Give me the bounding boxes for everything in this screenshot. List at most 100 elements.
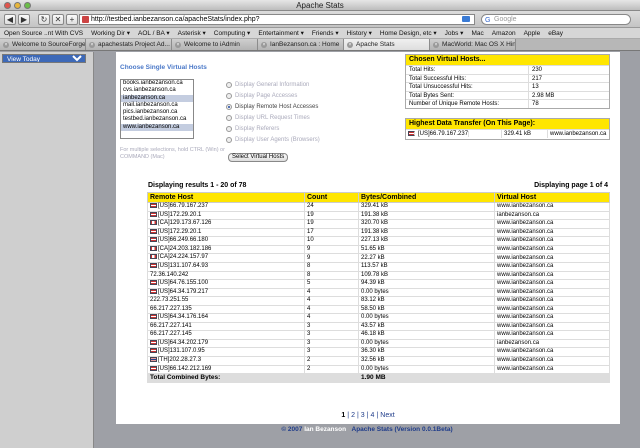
radio-button-icon[interactable] bbox=[226, 81, 232, 88]
tab-close-icon[interactable]: × bbox=[347, 42, 353, 48]
browser-tab[interactable]: × Welcome to iAdmin bbox=[172, 39, 258, 50]
remote-host-cell: 66.217.227.141 bbox=[147, 321, 305, 332]
virtual-host-option[interactable]: ianbezanson.ca bbox=[121, 94, 193, 102]
next-page-link[interactable]: Next bbox=[379, 412, 395, 419]
remote-host-ip: [US]64.76.155.100 bbox=[158, 280, 209, 287]
browser-tab[interactable]: × MacWorld: Mac OS X Hin... bbox=[430, 39, 516, 50]
browser-tab[interactable]: × Welcome to SourceForge bbox=[0, 39, 86, 50]
bookmark-item[interactable]: Entertainment ▾ bbox=[254, 28, 308, 38]
count-cell: 17 bbox=[304, 227, 359, 238]
col-remote-host[interactable]: Remote Host bbox=[147, 192, 305, 203]
bookmark-item[interactable]: Asterisk ▾ bbox=[174, 28, 210, 38]
rss-feed-icon[interactable] bbox=[462, 16, 470, 22]
stats-page: Choose Single Virtual Hosts books.ianbez… bbox=[116, 52, 620, 424]
bookmark-item[interactable]: History ▾ bbox=[343, 28, 376, 38]
display-option-radio[interactable]: Display User Agents (Browsers) bbox=[226, 134, 320, 145]
address-bar[interactable]: http://testbed.ianbezanson.ca/apacheStat… bbox=[79, 14, 475, 25]
bytes-cell: 51.65 kB bbox=[358, 244, 495, 255]
display-option-label: Display Remote Host Accesses bbox=[235, 103, 319, 110]
remote-host-cell: [US]172.29.20.1 bbox=[147, 210, 305, 221]
close-window-button[interactable] bbox=[4, 2, 11, 9]
footer-app-version: Apache Stats (Version 0.0.1Beta) bbox=[351, 426, 453, 433]
bookmark-item[interactable]: Working Dir ▾ bbox=[87, 28, 134, 38]
bytes-cell: 36.30 kB bbox=[358, 347, 495, 357]
radio-button-icon[interactable] bbox=[226, 103, 232, 110]
display-option-radio[interactable]: Display Referers bbox=[226, 123, 320, 134]
virtual-host-option[interactable]: www.ianbezanson.ca bbox=[121, 123, 193, 132]
bytes-cell: 113.57 kB bbox=[358, 262, 495, 272]
stop-icon[interactable]: ✕ bbox=[52, 14, 64, 25]
reload-icon[interactable]: ↻ bbox=[38, 14, 50, 25]
browser-tab[interactable]: × apachestats Project Ad... bbox=[86, 39, 172, 50]
radio-button-icon[interactable] bbox=[226, 125, 232, 132]
count-cell: 19 bbox=[304, 210, 359, 221]
remote-host-ip: [US]172.29.20.1 bbox=[158, 211, 202, 218]
virtual-host-cell: www.ianbezanson.ca bbox=[494, 287, 610, 298]
stat-value: 13 bbox=[532, 84, 539, 90]
tab-label: IanBezanson.ca : Home bbox=[270, 41, 340, 48]
col-virtual-host[interactable]: Virtual Host bbox=[494, 192, 610, 203]
browser-tab[interactable]: × IanBezanson.ca : Home bbox=[258, 39, 344, 50]
remote-host-ip: [US]64.34.202.179 bbox=[158, 339, 209, 346]
tab-close-icon[interactable]: × bbox=[89, 42, 95, 48]
page-footer: © 2007 Ian Bezanson Apache Stats (Versio… bbox=[94, 426, 640, 433]
virtual-host-option[interactable]: pics.ianbezanson.ca bbox=[121, 109, 193, 116]
bookmark-item[interactable]: Open Source ..nt With CVS bbox=[0, 28, 87, 38]
chosen-virtual-hosts-panel: Chosen Virtual Hosts... Total Hits: 230 To… bbox=[405, 54, 610, 109]
remote-host-cell: [CA]129.173.67.126 bbox=[147, 219, 305, 229]
virtual-host-option[interactable]: books.ianbezanson.ca bbox=[121, 80, 193, 87]
browser-tab[interactable]: × Apache Stats bbox=[344, 39, 430, 50]
tab-close-icon[interactable]: × bbox=[175, 42, 181, 48]
count-cell: 3 bbox=[304, 330, 359, 340]
virtual-host-cell: www.ianbezanson.ca bbox=[494, 244, 610, 255]
search-field[interactable]: G Google bbox=[481, 14, 631, 25]
page-link[interactable]: 3 bbox=[360, 412, 366, 419]
view-range-select[interactable]: View Today bbox=[2, 54, 86, 63]
bytes-cell: 320.70 kB bbox=[358, 219, 495, 229]
select-virtual-hosts-button[interactable]: Select Virtual Hosts bbox=[228, 153, 289, 162]
table-row: 72.36.140.242 8 109.78 kB www.ianbezanson.c… bbox=[147, 270, 610, 281]
bookmark-item[interactable]: AOL / BA ▾ bbox=[134, 28, 174, 38]
tab-close-icon[interactable]: × bbox=[3, 42, 9, 48]
tab-close-icon[interactable]: × bbox=[261, 42, 267, 48]
new-tab-plus-icon[interactable]: + bbox=[66, 14, 78, 25]
minimize-window-button[interactable] bbox=[14, 2, 21, 9]
virtual-host-option[interactable]: mail.ianbezanson.ca bbox=[121, 102, 193, 109]
radio-button-icon[interactable] bbox=[226, 136, 232, 143]
stat-label: Number of Unique Remote Hosts: bbox=[406, 100, 529, 108]
display-option-radio[interactable]: Display Page Accesses bbox=[226, 90, 320, 101]
radio-button-icon[interactable] bbox=[226, 92, 232, 99]
virtual-hosts-listbox[interactable]: books.ianbezanson.ca cvs.ianbezanson.ca ia… bbox=[120, 79, 194, 139]
bookmark-item[interactable]: Home Design, etc ▾ bbox=[376, 28, 441, 38]
table-row: 66.217.227.135 4 58.50 kB www.ianbezanson.c… bbox=[147, 304, 610, 315]
bookmark-item[interactable]: Friends ▾ bbox=[308, 28, 343, 38]
col-count[interactable]: Count bbox=[304, 192, 359, 203]
virtual-host-cell: www.ianbezanson.ca bbox=[494, 236, 610, 246]
display-option-radio[interactable]: Display URL Request Times bbox=[226, 112, 320, 123]
virtual-host-cell: www.ianbezanson.ca bbox=[494, 364, 610, 375]
bookmark-item[interactable]: Jobs ▾ bbox=[441, 28, 468, 38]
radio-button-icon[interactable] bbox=[226, 114, 232, 121]
bookmark-item[interactable]: Apple bbox=[520, 28, 545, 38]
virtual-host-option[interactable]: testbed.ianbezanson.ca bbox=[121, 116, 193, 123]
us-flag-icon bbox=[150, 365, 157, 371]
display-option-radio[interactable]: Display Remote Host Accesses bbox=[226, 101, 320, 112]
col-bytes[interactable]: Bytes/Combined bbox=[358, 192, 495, 203]
virtual-host-cell: www.ianbezanson.ca bbox=[494, 321, 610, 332]
bookmark-item[interactable]: Computing ▾ bbox=[210, 28, 255, 38]
table-row: 222.73.251.55 4 83.12 kB www.ianbezanson.ca bbox=[147, 296, 610, 306]
zoom-window-button[interactable] bbox=[24, 2, 31, 9]
bookmark-item[interactable]: eBay bbox=[544, 28, 567, 38]
highest-transfer-panel: Highest Data Transfer (On This Page): [U… bbox=[405, 118, 610, 140]
virtual-host-option[interactable]: cvs.ianbezanson.ca bbox=[121, 87, 193, 94]
bookmark-item[interactable]: Amazon bbox=[488, 28, 520, 38]
total-label: Total Combined Bytes: bbox=[147, 373, 305, 383]
remote-host-cell: [US]64.34.202.179 bbox=[147, 338, 305, 349]
tab-close-icon[interactable]: × bbox=[433, 42, 439, 48]
display-option-radio[interactable]: Display General Information bbox=[226, 79, 320, 90]
bookmark-item[interactable]: Mac bbox=[467, 28, 487, 38]
forward-arrow-icon[interactable]: ▶ bbox=[18, 14, 30, 25]
display-option-label: Display General Information bbox=[235, 81, 310, 88]
back-arrow-icon[interactable]: ◀ bbox=[4, 14, 16, 25]
tab-bar: × Welcome to SourceForge × apachestats Proj… bbox=[0, 39, 640, 51]
